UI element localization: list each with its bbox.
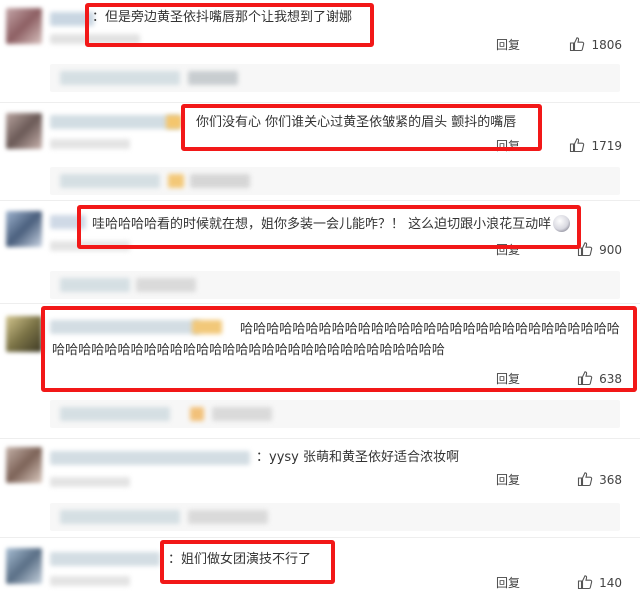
avatar[interactable] — [6, 211, 42, 247]
highlight-box — [160, 540, 335, 584]
thumbs-up-icon — [578, 575, 593, 590]
like-button[interactable]: 1719 — [569, 137, 622, 153]
sub-comment — [50, 167, 620, 195]
comment-item: 你们没有心 你们谁关心过黄圣依皱紧的眉头 颤抖的嘴唇 回复 1719 — [0, 103, 640, 200]
highlight-box — [41, 306, 637, 392]
highlight-box — [77, 205, 581, 249]
timestamp — [50, 139, 130, 149]
highlight-box — [85, 3, 374, 47]
avatar[interactable] — [6, 8, 42, 44]
comment-item: ：yysy 张萌和黄圣依好适合浓妆啊 回复 368 — [0, 439, 640, 537]
like-count: 900 — [599, 243, 622, 257]
comment-item: ：姐们做女团演技不行了 回复 140 — [0, 538, 640, 601]
sub-comment — [50, 64, 620, 92]
highlight-box — [181, 104, 542, 151]
thumbs-up-icon — [578, 472, 593, 487]
like-button[interactable]: 900 — [577, 241, 622, 257]
avatar[interactable] — [6, 548, 42, 584]
username[interactable] — [50, 552, 160, 566]
comment-item: ：但是旁边黄圣依抖嘴唇那个让我想到了谢娜 回复 1806 — [0, 0, 640, 100]
timestamp — [50, 477, 130, 487]
avatar[interactable] — [6, 447, 42, 483]
username[interactable] — [50, 115, 180, 129]
badge — [166, 115, 182, 129]
like-count: 1719 — [591, 139, 622, 153]
like-button[interactable]: 368 — [577, 471, 622, 487]
comment-actions: 回复 1806 — [492, 36, 622, 54]
comment-actions: 回复 368 — [492, 471, 622, 489]
like-button[interactable]: 140 — [577, 574, 622, 590]
reply-button[interactable]: 回复 — [496, 471, 530, 488]
comment-text: ：yysy 张萌和黄圣依好适合浓妆啊 — [256, 450, 459, 465]
like-count: 140 — [599, 576, 622, 590]
like-button[interactable]: 1806 — [569, 36, 622, 52]
sub-comment — [50, 271, 620, 299]
comment-item: 哇哈哈哈哈看的时候就在想，姐你多装一会儿能咋？！ 这么迫切跟小浪花互动咩 回复 … — [0, 201, 640, 301]
avatar[interactable] — [6, 113, 42, 149]
reply-button[interactable]: 回复 — [496, 36, 530, 53]
like-count: 1806 — [591, 38, 622, 52]
username[interactable] — [50, 451, 250, 465]
reply-button[interactable]: 回复 — [496, 574, 530, 591]
thumbs-up-icon — [570, 138, 585, 153]
sub-comment — [50, 400, 620, 428]
sub-comment — [50, 503, 620, 531]
like-count: 368 — [599, 473, 622, 487]
comment-actions: 回复 140 — [492, 574, 622, 592]
thumbs-up-icon — [570, 37, 585, 52]
timestamp — [50, 576, 130, 586]
avatar[interactable] — [6, 316, 42, 352]
comment-item: 哈哈哈哈哈哈哈哈哈哈哈哈哈哈哈哈哈哈哈哈哈哈哈哈哈哈哈哈哈哈哈哈哈哈哈哈哈哈哈哈… — [0, 304, 640, 438]
